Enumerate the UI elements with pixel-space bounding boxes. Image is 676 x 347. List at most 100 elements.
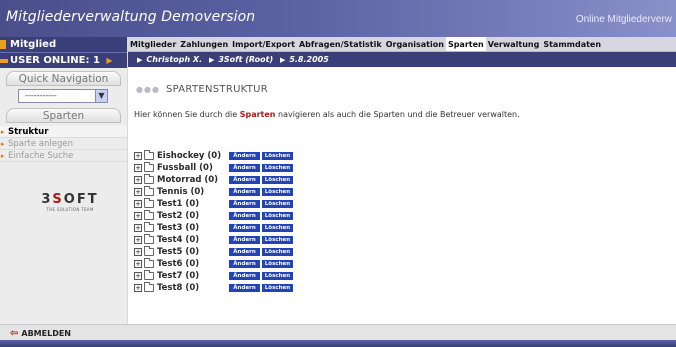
folder-icon bbox=[144, 258, 154, 268]
topnav-item-stammdaten[interactable]: Stammdaten bbox=[541, 37, 603, 51]
folder-icon bbox=[144, 174, 154, 184]
topnav-item-abfragen-statistik[interactable]: Abfragen/Statistik bbox=[297, 37, 384, 51]
sparte-name[interactable]: Motorrad (0) bbox=[157, 174, 218, 186]
footer: ⇦ ABMELDEN bbox=[0, 324, 676, 340]
sparte-name[interactable]: Test7 (0) bbox=[157, 270, 199, 282]
arrow-right-icon: ▶ bbox=[208, 56, 215, 64]
intro-before: Hier können Sie durch die bbox=[134, 110, 238, 119]
delete-button[interactable]: Löschen bbox=[262, 284, 293, 292]
sparte-name[interactable]: Eishockey (0) bbox=[157, 150, 221, 162]
arrow-right-icon: ▶ bbox=[106, 56, 113, 65]
folder-icon bbox=[144, 282, 154, 292]
logo-text: 3SOFT bbox=[34, 193, 106, 207]
sparte-name[interactable]: Test4 (0) bbox=[157, 234, 199, 246]
expand-icon[interactable]: + bbox=[134, 248, 142, 256]
sparte-name[interactable]: Fussball (0) bbox=[157, 162, 213, 174]
user-online-indicator[interactable]: USER ONLINE: 1 ▶ bbox=[0, 52, 127, 68]
expand-icon[interactable]: + bbox=[134, 188, 142, 196]
sparte-name[interactable]: Test5 (0) bbox=[157, 246, 199, 258]
chevron-down-icon[interactable]: ▼ bbox=[95, 90, 107, 102]
tree-row: + Tennis (0) Ändern Löschen bbox=[134, 186, 304, 198]
delete-button[interactable]: Löschen bbox=[262, 164, 293, 172]
delete-button[interactable]: Löschen bbox=[262, 176, 293, 184]
expand-icon[interactable]: + bbox=[134, 224, 142, 232]
edit-button[interactable]: Ändern bbox=[229, 260, 260, 268]
expand-icon[interactable]: + bbox=[134, 152, 142, 160]
topnav-item-verwaltung[interactable]: Verwaltung bbox=[486, 37, 542, 51]
expand-icon[interactable]: + bbox=[134, 212, 142, 220]
topnav-item-mitglieder[interactable]: Mitglieder bbox=[128, 37, 178, 51]
sidebar-header: Mitglied bbox=[0, 37, 127, 52]
sparten-section-title: Sparten bbox=[6, 108, 121, 123]
tree-row: + Motorrad (0) Ändern Löschen bbox=[134, 174, 304, 186]
folder-icon bbox=[144, 246, 154, 256]
folder-icon bbox=[144, 210, 154, 220]
tree-row: + Test2 (0) Ändern Löschen bbox=[134, 210, 304, 222]
topnav-item-sparten[interactable]: Sparten bbox=[445, 37, 486, 51]
sparte-name[interactable]: Tennis (0) bbox=[157, 186, 204, 198]
edit-button[interactable]: Ändern bbox=[229, 200, 260, 208]
delete-button[interactable]: Löschen bbox=[262, 248, 293, 256]
edit-button[interactable]: Ändern bbox=[229, 164, 260, 172]
sparte-name[interactable]: Test3 (0) bbox=[157, 222, 199, 234]
expand-icon[interactable]: + bbox=[134, 176, 142, 184]
edit-button[interactable]: Ändern bbox=[229, 188, 260, 196]
folder-icon bbox=[144, 222, 154, 232]
expand-icon[interactable]: + bbox=[134, 236, 142, 244]
edit-button[interactable]: Ändern bbox=[229, 224, 260, 232]
sidebar-item-sparte-anlegen[interactable]: ▸ Sparte anlegen bbox=[0, 138, 127, 150]
header-mark bbox=[0, 40, 6, 49]
intro-after: navigieren als auch die Sparten und die … bbox=[278, 110, 520, 119]
expand-icon[interactable]: + bbox=[134, 272, 142, 280]
tree-row: + Test7 (0) Ändern Löschen bbox=[134, 270, 304, 282]
delete-button[interactable]: Löschen bbox=[262, 236, 293, 244]
quick-navigation-select[interactable]: ----------- ▼ bbox=[18, 89, 108, 103]
topnav-item-organisation[interactable]: Organisation bbox=[384, 37, 446, 51]
expand-icon[interactable]: + bbox=[134, 164, 142, 172]
breadcrumb-org[interactable]: 3Soft (Root) bbox=[218, 55, 273, 64]
page-title: ●●● SPARTENSTRUKTUR bbox=[136, 84, 268, 95]
page-title-text: SPARTENSTRUKTUR bbox=[165, 84, 269, 95]
expand-icon[interactable]: + bbox=[134, 260, 142, 268]
delete-button[interactable]: Löschen bbox=[262, 212, 293, 220]
sparte-name[interactable]: Test1 (0) bbox=[157, 198, 199, 210]
expand-icon[interactable]: + bbox=[134, 284, 142, 292]
sparten-tree: + Eishockey (0) Ändern Löschen + Fussball (0)… bbox=[134, 150, 304, 294]
topnav-item-zahlungen[interactable]: Zahlungen bbox=[178, 37, 230, 51]
logo-glyph-oft: OFT bbox=[63, 192, 99, 207]
sidebar-item-label: Sparte anlegen bbox=[8, 139, 73, 149]
edit-button[interactable]: Ändern bbox=[229, 248, 260, 256]
sidebar-item-einfache-suche[interactable]: ▸ Einfache Suche bbox=[0, 150, 127, 162]
topnav-item-import-export[interactable]: Import/Export bbox=[230, 37, 297, 51]
edit-button[interactable]: Ändern bbox=[229, 284, 260, 292]
sidebar-item-label: Einfache Suche bbox=[8, 151, 74, 161]
edit-button[interactable]: Ändern bbox=[229, 272, 260, 280]
edit-button[interactable]: Ändern bbox=[229, 236, 260, 244]
user-online-mark bbox=[0, 59, 8, 63]
sparte-name[interactable]: Test8 (0) bbox=[157, 282, 199, 294]
delete-button[interactable]: Löschen bbox=[262, 200, 293, 208]
sparte-name[interactable]: Test6 (0) bbox=[157, 258, 199, 270]
sidebar-menu: ▸ Struktur ▸ Sparte anlegen ▸ Einfache Suche bbox=[0, 126, 127, 162]
sparte-name[interactable]: Test2 (0) bbox=[157, 210, 199, 222]
delete-button[interactable]: Löschen bbox=[262, 224, 293, 232]
delete-button[interactable]: Löschen bbox=[262, 152, 293, 160]
sidebar-item-struktur[interactable]: ▸ Struktur bbox=[0, 126, 127, 138]
arrow-right-icon: ▶ bbox=[137, 56, 143, 64]
edit-button[interactable]: Ändern bbox=[229, 212, 260, 220]
logout-button[interactable]: ⇦ ABMELDEN bbox=[10, 328, 71, 339]
edit-button[interactable]: Ändern bbox=[229, 152, 260, 160]
delete-button[interactable]: Löschen bbox=[262, 272, 293, 280]
bullet-icon: ▸ bbox=[1, 128, 5, 136]
user-online-label: USER ONLINE: 1 bbox=[10, 55, 100, 66]
delete-button[interactable]: Löschen bbox=[262, 188, 293, 196]
folder-icon bbox=[144, 162, 154, 172]
delete-button[interactable]: Löschen bbox=[262, 260, 293, 268]
edit-button[interactable]: Ändern bbox=[229, 176, 260, 184]
folder-icon bbox=[144, 150, 154, 160]
tree-row: + Test1 (0) Ändern Löschen bbox=[134, 198, 304, 210]
logo-tagline: THE SOLUTION TEAM bbox=[46, 207, 94, 212]
breadcrumb-user[interactable]: Christoph X. bbox=[146, 55, 202, 64]
tree-row: + Fussball (0) Ändern Löschen bbox=[134, 162, 304, 174]
expand-icon[interactable]: + bbox=[134, 200, 142, 208]
